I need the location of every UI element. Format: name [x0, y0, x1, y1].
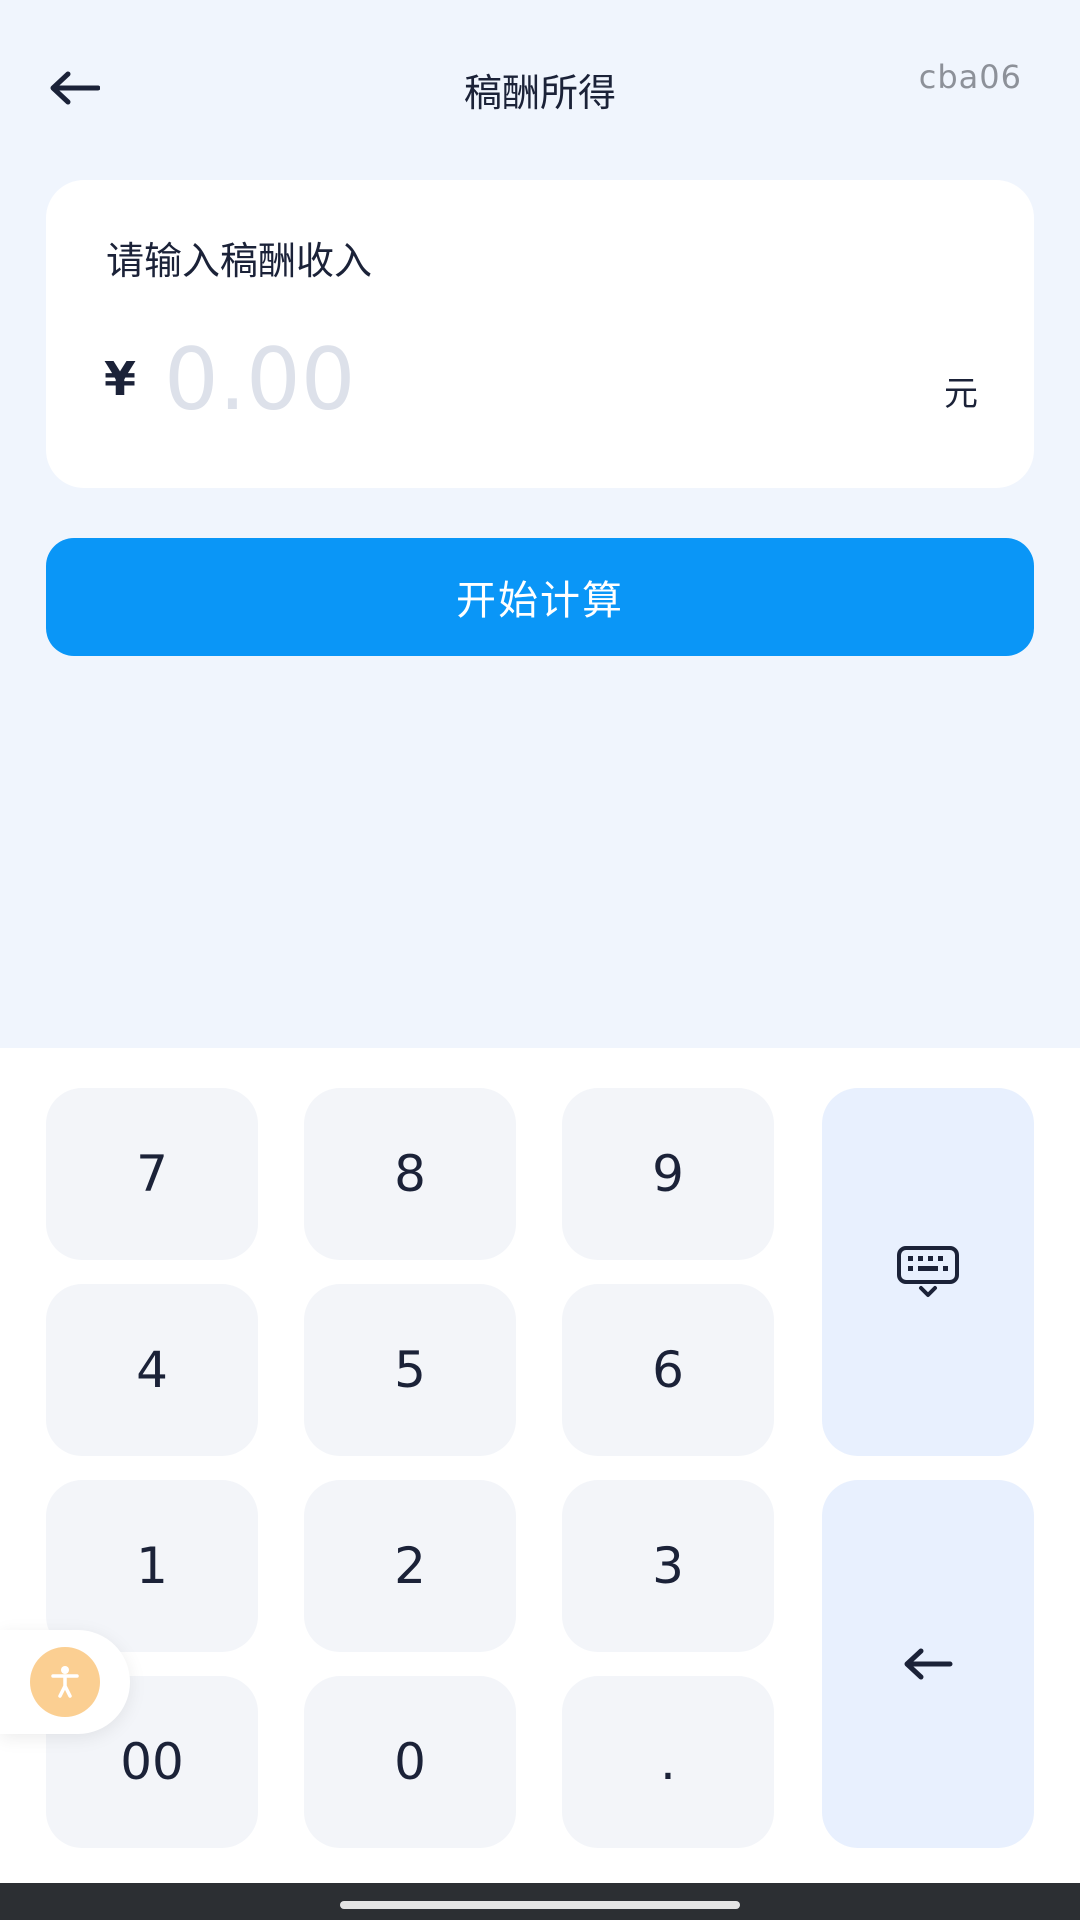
backspace-arrow-icon	[904, 1648, 953, 1680]
accessibility-float-button[interactable]	[0, 1630, 130, 1734]
numeric-keypad: 7 8 9 4 5 6 1 2 3 00 0 .	[0, 1048, 1080, 1883]
income-input-label: 请输入稿酬收入	[106, 239, 373, 283]
key-9[interactable]: 9	[562, 1088, 774, 1260]
key-0[interactable]: 0	[304, 1676, 516, 1848]
key-1[interactable]: 1	[46, 1480, 258, 1652]
amount-input[interactable]	[164, 330, 864, 430]
key-7[interactable]: 7	[46, 1088, 258, 1260]
key-decimal[interactable]: .	[562, 1676, 774, 1848]
accessibility-person-icon	[51, 1666, 79, 1698]
key-4[interactable]: 4	[46, 1284, 258, 1456]
home-indicator[interactable]	[340, 1901, 740, 1909]
hide-keyboard-button[interactable]	[822, 1088, 1034, 1456]
delete-button[interactable]	[822, 1480, 1034, 1848]
screen: 稿酬所得 cba06 请输入稿酬收入 ¥ 元 开始计算 7 8 9 4 5 6 …	[0, 0, 1080, 1920]
keyboard-hide-icon	[897, 1246, 959, 1297]
key-6[interactable]: 6	[562, 1284, 774, 1456]
header: 稿酬所得 cba06	[0, 0, 1080, 175]
currency-symbol: ¥	[104, 352, 137, 406]
system-navigation-bar	[0, 1883, 1080, 1920]
watermark-text: cba06	[918, 58, 1022, 96]
key-2[interactable]: 2	[304, 1480, 516, 1652]
key-3[interactable]: 3	[562, 1480, 774, 1652]
accessibility-badge	[30, 1647, 100, 1717]
key-8[interactable]: 8	[304, 1088, 516, 1260]
start-calculation-button[interactable]: 开始计算	[46, 538, 1034, 656]
key-5[interactable]: 5	[304, 1284, 516, 1456]
income-input-card: 请输入稿酬收入 ¥ 元	[46, 180, 1034, 488]
unit-label: 元	[944, 374, 978, 414]
